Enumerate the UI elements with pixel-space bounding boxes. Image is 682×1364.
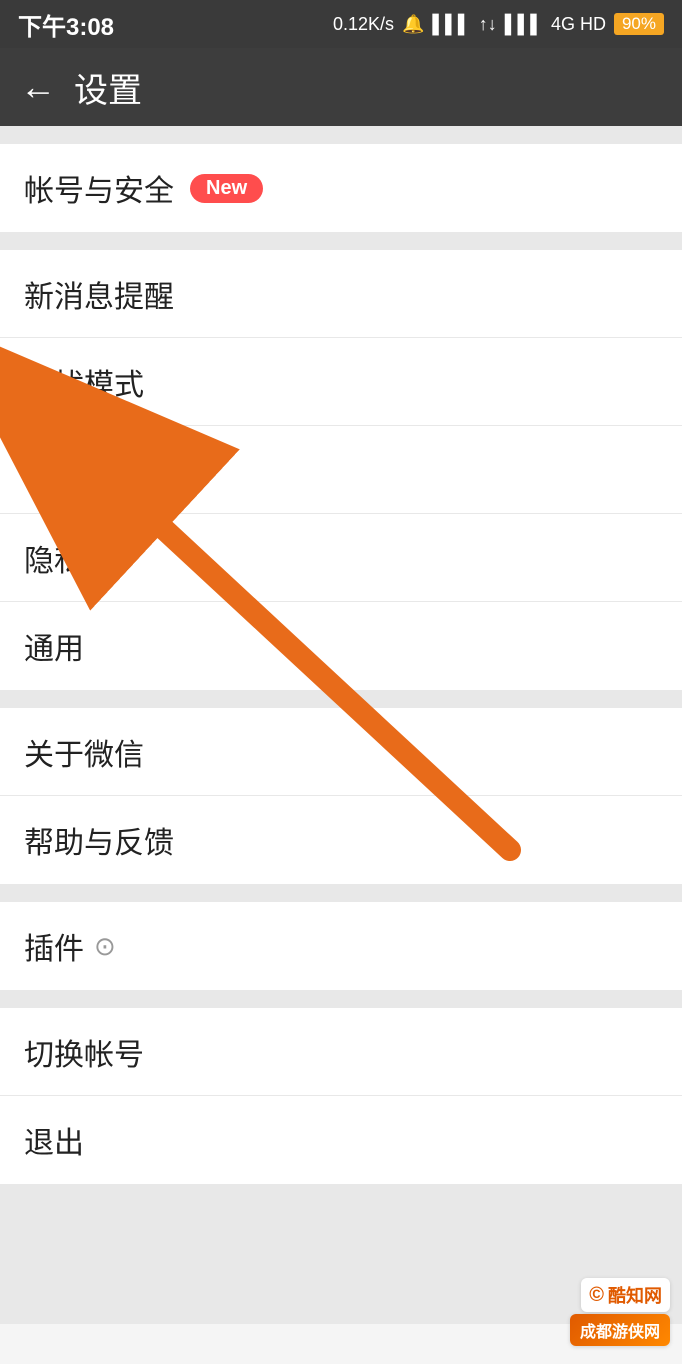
plugin-icon: ⊙ [94,931,116,962]
back-button[interactable]: ← [20,69,56,105]
plugins-label: 插件 [24,924,84,968]
new-badge: New [190,174,263,203]
watermark: © 酷知网 成都游侠网 [570,1278,670,1346]
settings-item-plugins[interactable]: 插件 ⊙ [0,902,682,990]
settings-item-chat[interactable]: 聊天 [0,426,682,514]
network-type: 4G HD [551,14,606,35]
settings-item-privacy[interactable]: 隐私 [0,514,682,602]
dnd-label: 勿扰模式 [24,360,144,404]
battery-icon: 90% [614,13,664,35]
section-divider-5 [0,990,682,1008]
settings-item-new-message[interactable]: 新消息提醒 [0,250,682,338]
settings-item-account[interactable]: 帐号与安全 New [0,144,682,232]
new-message-label: 新消息提醒 [24,272,174,316]
signal-icon: ▌▌▌ [432,14,470,35]
signal-icon2: ↑↓ [479,14,497,35]
section-account-actions: 切换帐号 退出 [0,1008,682,1184]
settings-item-help[interactable]: 帮助与反馈 [0,796,682,884]
watermark-logo2: 成都游侠网 [570,1314,670,1346]
section-about: 关于微信 帮助与反馈 [0,708,682,884]
settings-item-dnd[interactable]: 勿扰模式 [0,338,682,426]
help-label: 帮助与反馈 [24,818,174,862]
notification-icon: 🔔 [402,14,424,35]
status-right-icons: 0.12K/s 🔔 ▌▌▌ ↑↓ ▌▌▌ 4G HD 90% [333,13,664,35]
privacy-label: 隐私 [24,536,84,580]
section-divider-3 [0,690,682,708]
settings-item-switch-account[interactable]: 切换帐号 [0,1008,682,1096]
general-label: 通用 [24,624,84,668]
network-speed: 0.12K/s [333,14,394,35]
settings-item-general[interactable]: 通用 [0,602,682,690]
section-plugins: 插件 ⊙ [0,902,682,990]
about-label: 关于微信 [24,730,144,774]
section-account: 帐号与安全 New [0,144,682,232]
chat-label: 聊天 [24,448,84,492]
signal-icon3: ▌▌▌ [505,14,543,35]
section-divider-2 [0,232,682,250]
logout-label: 退出 [24,1118,84,1162]
section-divider-1 [0,126,682,144]
toolbar: ← 设置 [0,48,682,126]
account-label: 帐号与安全 [24,166,174,210]
section-notifications: 新消息提醒 勿扰模式 聊天 隐私 通用 [0,250,682,690]
settings-item-about[interactable]: 关于微信 [0,708,682,796]
status-bar: 下午3:08 0.12K/s 🔔 ▌▌▌ ↑↓ ▌▌▌ 4G HD 90% [0,0,682,48]
section-divider-4 [0,884,682,902]
page-title: 设置 [74,63,142,112]
status-time: 下午3:08 [18,7,114,42]
settings-item-logout[interactable]: 退出 [0,1096,682,1184]
watermark-logo1: © 酷知网 [581,1278,670,1312]
switch-account-label: 切换帐号 [24,1030,144,1074]
